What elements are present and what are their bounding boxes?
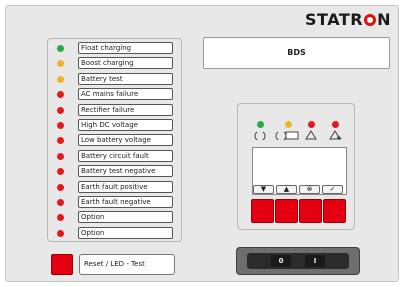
alarm-row: Option bbox=[47, 226, 182, 239]
alarm-label: Earth fault negative bbox=[78, 196, 173, 208]
check-button[interactable]: ✓ bbox=[322, 185, 343, 194]
alarm-row: Earth fault positive bbox=[47, 180, 182, 193]
warning-icon bbox=[305, 130, 317, 140]
alarm-row: Float charging bbox=[47, 42, 182, 54]
alarm-label: Option bbox=[78, 211, 173, 224]
alarm-label: Rectifier failure bbox=[78, 103, 173, 116]
main-switch[interactable]: 0 I bbox=[236, 247, 360, 275]
alarm-led bbox=[57, 199, 64, 206]
mute-icon: ⊗ bbox=[306, 185, 313, 193]
arrow-up-icon: ▲ bbox=[283, 185, 290, 193]
logo-o-ring bbox=[364, 14, 377, 26]
alarm-label: Battery test negative bbox=[78, 165, 173, 178]
reset-led-test-label: Reset / LED - Test bbox=[79, 254, 175, 275]
alarm-led bbox=[57, 106, 64, 114]
function-button-1[interactable] bbox=[251, 199, 274, 223]
status-led-yellow bbox=[285, 121, 292, 128]
alarm-label: Option bbox=[78, 226, 173, 239]
alarm-row: Battery test negative bbox=[47, 165, 182, 178]
alarm-label: Battery test bbox=[78, 72, 173, 85]
alarm-row: High DC voltage bbox=[47, 119, 182, 131]
alarm-row: Option bbox=[47, 211, 182, 224]
status-led-red-1 bbox=[308, 121, 315, 128]
alarm-label: Float charging bbox=[78, 42, 173, 54]
alarm-led bbox=[57, 152, 64, 160]
alarm-row: Battery test bbox=[47, 72, 182, 85]
alarm-label: Earth fault positive bbox=[78, 180, 173, 193]
battery-icon bbox=[275, 131, 299, 140]
alarm-label: Low battery voltage bbox=[78, 134, 173, 147]
statron-logo: STATR N bbox=[305, 10, 391, 29]
alarm-led bbox=[57, 168, 64, 176]
switch-track: 0 I bbox=[247, 253, 349, 269]
alarm-row: Rectifier failure bbox=[47, 103, 182, 116]
alarm-row: Battery circuit fault bbox=[47, 149, 182, 162]
arrow-down-button[interactable]: ▼ bbox=[253, 185, 274, 194]
alarm-label: Battery circuit fault bbox=[78, 149, 173, 162]
status-led-green bbox=[257, 121, 264, 128]
alarm-led bbox=[57, 137, 64, 145]
display-title: BDS bbox=[203, 37, 390, 69]
mute-button[interactable]: ⊗ bbox=[299, 185, 320, 194]
alarm-label: High DC voltage bbox=[78, 119, 173, 131]
function-button-3[interactable] bbox=[299, 199, 322, 223]
function-button-2[interactable] bbox=[275, 199, 298, 223]
function-button-4[interactable] bbox=[323, 199, 346, 223]
warning-filled-icon bbox=[329, 130, 342, 140]
alarm-led bbox=[57, 75, 64, 83]
arrow-down-icon: ▼ bbox=[260, 185, 267, 193]
status-led-red-2 bbox=[332, 121, 339, 128]
alarm-led bbox=[57, 183, 64, 191]
alarm-led bbox=[57, 122, 64, 129]
alarm-led bbox=[57, 229, 64, 237]
alarm-led bbox=[57, 45, 64, 52]
switch-position-on[interactable]: I bbox=[305, 255, 325, 267]
arrow-up-button[interactable]: ▲ bbox=[276, 185, 297, 194]
alarm-row: Boost charging bbox=[47, 57, 182, 70]
alarm-row: Earth fault negative bbox=[47, 196, 182, 208]
alarm-led bbox=[57, 60, 64, 68]
switch-position-off[interactable]: 0 bbox=[271, 255, 291, 267]
alarm-row: AC mains failure bbox=[47, 88, 182, 101]
alarm-led bbox=[57, 91, 64, 99]
alarm-row: Low battery voltage bbox=[47, 134, 182, 147]
reset-led-test-button[interactable] bbox=[51, 254, 73, 275]
check-icon: ✓ bbox=[329, 185, 336, 193]
alarm-label: Boost charging bbox=[78, 57, 173, 70]
alarm-led bbox=[57, 214, 64, 222]
power-off-icon bbox=[254, 131, 266, 140]
alarm-label: AC mains failure bbox=[78, 88, 173, 101]
